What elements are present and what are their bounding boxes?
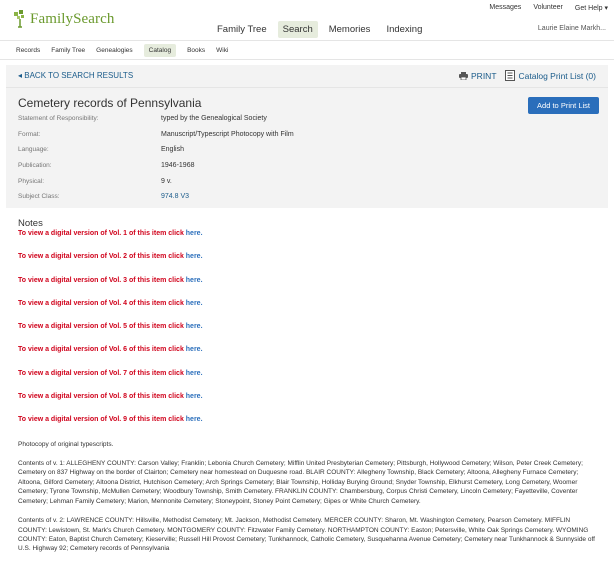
subnav-catalog[interactable]: Catalog bbox=[143, 43, 177, 57]
volume-text: To view a digital version of Vol. 6 of t… bbox=[18, 346, 186, 354]
site-header: FamilySearch Family Tree Search Memories… bbox=[0, 0, 614, 41]
search-sub-nav: Records Family Tree Genealogies Catalog … bbox=[0, 41, 614, 60]
volume-line: To view a digital version of Vol. 8 of t… bbox=[18, 393, 596, 416]
volume-line: To view a digital version of Vol. 7 of t… bbox=[18, 370, 596, 393]
meta-row-responsibility: Statement of Responsibility: typed by th… bbox=[18, 111, 596, 127]
meta-value: typed by the Genealogical Society bbox=[161, 115, 267, 123]
subnav-books[interactable]: Books bbox=[187, 47, 205, 54]
subnav-wiki[interactable]: Wiki bbox=[216, 47, 228, 54]
volume-here-link[interactable]: here. bbox=[186, 277, 203, 284]
volume-line: To view a digital version of Vol. 9 of t… bbox=[18, 416, 596, 439]
volume-line: To view a digital version of Vol. 5 of t… bbox=[18, 323, 596, 346]
results-toolbar: ◂ BACK TO SEARCH RESULTS PRINT Catalog P… bbox=[6, 65, 608, 88]
meta-row-subject-class: Subject Class: 974.8 V3 bbox=[18, 189, 596, 205]
volume-here-link[interactable]: here. bbox=[186, 230, 203, 237]
volume-text: To view a digital version of Vol. 9 of t… bbox=[18, 416, 186, 424]
meta-label: Statement of Responsibility: bbox=[18, 115, 99, 123]
volume-here-link[interactable]: here. bbox=[186, 393, 203, 400]
catalog-print-list-link[interactable]: Catalog Print List (0) bbox=[504, 70, 596, 81]
subject-class-link[interactable]: 974.8 V3 bbox=[161, 193, 189, 200]
subnav-family-tree[interactable]: Family Tree bbox=[51, 47, 85, 54]
meta-label: Language: bbox=[18, 146, 49, 154]
nav-memories[interactable]: Memories bbox=[324, 21, 376, 38]
volume-here-link[interactable]: here. bbox=[186, 253, 203, 260]
contents-v2: Contents of v. 2: LAWRENCE COUNTY: Hills… bbox=[18, 517, 595, 553]
nav-indexing[interactable]: Indexing bbox=[381, 21, 427, 38]
volume-text: To view a digital version of Vol. 8 of t… bbox=[18, 393, 186, 401]
meta-label: Publication: bbox=[18, 162, 52, 170]
volume-line: To view a digital version of Vol. 6 of t… bbox=[18, 346, 596, 369]
user-menu[interactable]: Laurie Elaine Markh... bbox=[538, 25, 606, 32]
volume-text: To view a digital version of Vol. 4 of t… bbox=[18, 299, 186, 307]
record-metadata: Statement of Responsibility: typed by th… bbox=[18, 111, 596, 205]
notes-title: Notes bbox=[18, 218, 43, 229]
volume-here-link[interactable]: here. bbox=[186, 346, 203, 353]
notes-section: Notes To view a digital version of Vol. … bbox=[6, 208, 608, 554]
print-label: PRINT bbox=[471, 70, 497, 81]
volume-line: To view a digital version of Vol. 1 of t… bbox=[18, 230, 596, 253]
volume-text: To view a digital version of Vol. 7 of t… bbox=[18, 369, 186, 377]
tree-logo-icon bbox=[14, 10, 24, 28]
meta-value: 1946-1968 bbox=[161, 162, 195, 170]
meta-row-language: Language: English bbox=[18, 142, 596, 158]
catalog-print-list-label: Catalog Print List (0) bbox=[518, 70, 596, 81]
record-details: Cemetery records of Pennsylvania Add to … bbox=[6, 88, 608, 208]
volume-here-link[interactable]: here. bbox=[186, 300, 203, 307]
print-button[interactable]: PRINT bbox=[459, 71, 497, 81]
subnav-records[interactable]: Records bbox=[16, 47, 40, 54]
volume-line: To view a digital version of Vol. 4 of t… bbox=[18, 300, 596, 323]
main-nav: Family Tree Search Memories Indexing bbox=[212, 21, 427, 38]
familysearch-logo[interactable]: FamilySearch bbox=[12, 10, 115, 28]
meta-row-physical: Physical: 9 v. bbox=[18, 173, 596, 189]
meta-label: Physical: bbox=[18, 177, 45, 185]
meta-label: Subject Class: bbox=[18, 193, 60, 201]
contents-v1: Contents of v. 1: ALLEGHENY COUNTY: Cars… bbox=[18, 460, 583, 505]
add-to-print-list-button[interactable]: Add to Print List bbox=[528, 97, 599, 114]
meta-row-publication: Publication: 1946-1968 bbox=[18, 158, 596, 174]
nav-search[interactable]: Search bbox=[277, 21, 318, 38]
print-controls: PRINT Catalog Print List (0) bbox=[459, 70, 596, 81]
subnav-genealogies[interactable]: Genealogies bbox=[96, 47, 133, 54]
meta-row-format: Format: Manuscript/Typescript Photocopy … bbox=[18, 127, 596, 143]
printer-icon bbox=[459, 71, 469, 80]
meta-value: 9 v. bbox=[161, 177, 172, 185]
volume-here-link[interactable]: here. bbox=[186, 370, 203, 377]
meta-label: Format: bbox=[18, 130, 41, 138]
meta-value: English bbox=[161, 146, 184, 154]
nav-family-tree[interactable]: Family Tree bbox=[212, 21, 272, 38]
volume-text: To view a digital version of Vol. 5 of t… bbox=[18, 323, 186, 331]
record-title: Cemetery records of Pennsylvania bbox=[18, 96, 202, 110]
volume-line: To view a digital version of Vol. 2 of t… bbox=[18, 253, 596, 276]
volume-here-link[interactable]: here. bbox=[186, 323, 203, 330]
volume-text: To view a digital version of Vol. 1 of t… bbox=[18, 230, 186, 237]
print-list-icon bbox=[504, 70, 515, 81]
volume-text: To view a digital version of Vol. 2 of t… bbox=[18, 253, 186, 261]
volume-here-link[interactable]: here. bbox=[186, 416, 203, 423]
back-to-results-link[interactable]: ◂ BACK TO SEARCH RESULTS bbox=[18, 71, 133, 80]
meta-value: Manuscript/Typescript Photocopy with Fil… bbox=[161, 130, 294, 138]
volume-text: To view a digital version of Vol. 3 of t… bbox=[18, 276, 186, 284]
photocopy-note: Photocopy of original typescripts. bbox=[18, 440, 114, 448]
volume-line: To view a digital version of Vol. 3 of t… bbox=[18, 277, 596, 300]
logo-text: FamilySearch bbox=[30, 10, 115, 27]
